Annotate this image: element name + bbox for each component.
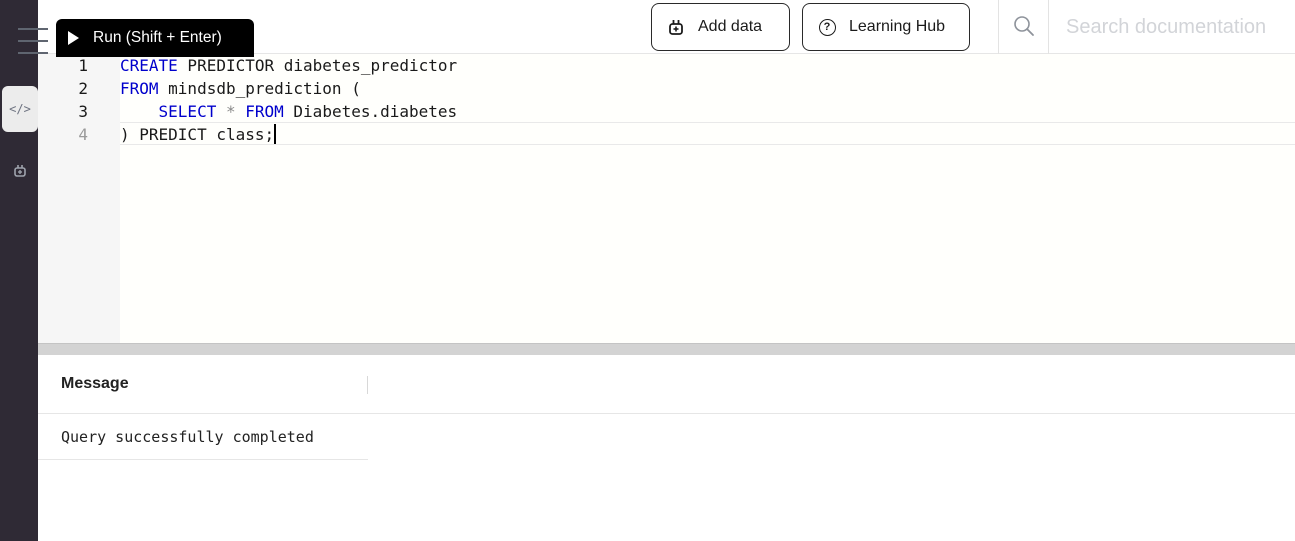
plug-icon[interactable] [2, 148, 38, 194]
code-line[interactable]: CREATE PREDICTOR diabetes_predictor [120, 54, 457, 77]
run-button[interactable]: Run (Shift + Enter) [56, 19, 254, 57]
menu-icon[interactable] [18, 28, 48, 54]
line-number: 3 [78, 102, 88, 121]
line-number: 1 [78, 56, 88, 75]
plug-icon [666, 17, 686, 37]
search-icon[interactable] [1013, 15, 1035, 37]
sql-editor-app: </> Run (Shift + Enter) Add data ? Learn… [0, 0, 1295, 541]
line-number-gutter: 1 2 3 4 [38, 54, 120, 343]
message-column-header: Message [61, 375, 129, 392]
code-token: mindsdb_prediction ( [158, 79, 361, 98]
line-number: 4 [78, 125, 88, 144]
add-data-button[interactable]: Add data [651, 3, 790, 51]
sql-keyword: FROM [245, 102, 284, 121]
code-line[interactable]: SELECT * FROM Diabetes.diabetes [120, 100, 458, 123]
toolbar-divider [1048, 0, 1049, 54]
code-editor[interactable]: 1 2 3 4 CREATE PREDICTOR diabetes_predic… [38, 54, 1295, 343]
code-editor-icon[interactable]: </> [2, 86, 38, 132]
code-token: * [225, 102, 236, 121]
learning-hub-button[interactable]: ? Learning Hub [802, 3, 970, 51]
code-line[interactable]: FROM mindsdb_prediction ( [120, 77, 361, 100]
add-data-label: Add data [698, 18, 763, 35]
results-panel: Message Query successfully completed [38, 355, 1295, 541]
sql-keyword: FROM [120, 79, 159, 98]
code-line[interactable]: ) PREDICT class; [120, 123, 276, 146]
left-sidebar: </> [0, 0, 38, 541]
pane-resize-handle[interactable] [38, 343, 1295, 355]
learning-hub-label: Learning Hub [849, 18, 946, 35]
code-token: PREDICTOR diabetes_predictor [177, 56, 458, 75]
code-token: ) PREDICT class; [120, 125, 275, 144]
active-line-highlight [120, 122, 1295, 145]
line-number: 2 [78, 79, 88, 98]
sql-keyword: SELECT [158, 102, 217, 121]
table-row: Query successfully completed [38, 414, 368, 460]
code-token: Diabetes.diabetes [283, 102, 458, 121]
help-circle-icon: ? [817, 17, 837, 37]
run-button-label: Run (Shift + Enter) [93, 29, 222, 46]
column-resize-handle[interactable] [367, 376, 368, 394]
sql-keyword: CREATE [120, 56, 178, 75]
message-cell: Query successfully completed [61, 428, 314, 446]
search-input[interactable] [1050, 2, 1295, 52]
play-icon [68, 31, 79, 45]
results-header: Message [38, 355, 1295, 414]
toolbar-divider [998, 0, 999, 54]
text-cursor [274, 124, 276, 144]
